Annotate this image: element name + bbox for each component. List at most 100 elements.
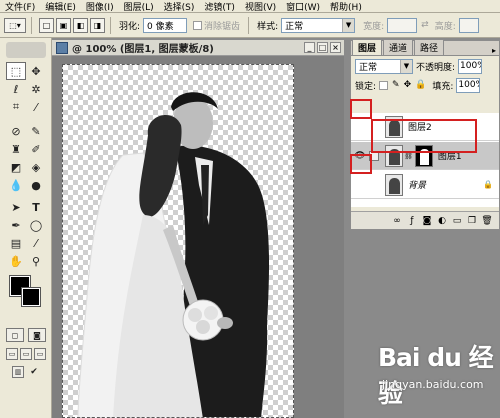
new-group-icon[interactable]: ▭ xyxy=(451,215,463,227)
tab-channels[interactable]: 通道 xyxy=(383,39,414,55)
menu-help[interactable]: 帮助(H) xyxy=(325,0,367,13)
add-mask-icon[interactable]: ◙ xyxy=(421,215,433,227)
opacity-label: 不透明度: xyxy=(416,62,456,73)
blend-mode-select[interactable]: 正常 ▼ xyxy=(355,58,413,74)
eyedropper-tool[interactable]: ⁄ xyxy=(26,234,46,252)
brush-icon[interactable]: ✎ xyxy=(392,80,400,90)
minimize-button[interactable]: _ xyxy=(304,42,315,53)
tab-layers[interactable]: 图层 xyxy=(352,39,383,55)
layer-name: 背景 xyxy=(408,181,427,191)
feather-input[interactable]: 0 像素 xyxy=(143,17,188,33)
tool-preset-picker[interactable]: ⬚▾ xyxy=(4,17,26,33)
dodge-tool[interactable]: ● xyxy=(26,176,46,194)
document-title-bar: @ 100% (图层1, 图层蒙板/8) _ □ × xyxy=(52,40,344,56)
add-selection-button[interactable]: ▣ xyxy=(56,17,71,33)
quick-mask-button[interactable]: ◙ xyxy=(28,328,46,342)
lasso-tool[interactable]: ℓ xyxy=(6,80,26,98)
trash-icon[interactable]: 🗑 xyxy=(481,215,493,227)
visibility-toggle[interactable] xyxy=(353,120,367,134)
style-select[interactable]: 正常 ▼ xyxy=(281,17,356,33)
pen-tool[interactable]: ✒ xyxy=(6,216,26,234)
divider xyxy=(110,16,111,34)
healing-tool[interactable]: ⊘ xyxy=(6,122,26,140)
maximize-button[interactable]: □ xyxy=(317,42,328,53)
divider xyxy=(248,16,250,34)
screen-mode-icon: ▭ xyxy=(8,350,16,358)
layers-panel: 图层 通道 路径 ▸ 正常 ▼ 不透明度: 100% 锁定: ✎ ✥ 🔒 填充: … xyxy=(350,39,500,230)
visibility-toggle[interactable] xyxy=(353,178,367,192)
canvas-area[interactable] xyxy=(52,56,344,418)
new-selection-button[interactable]: □ xyxy=(39,17,54,33)
type-tool[interactable]: T xyxy=(26,198,46,216)
highlight-box xyxy=(350,154,372,174)
menu-layer[interactable]: 图层(L) xyxy=(119,0,159,13)
fill-input[interactable]: 100% xyxy=(456,77,481,93)
brush-tool[interactable]: ✎ xyxy=(26,122,46,140)
subtract-selection-icon: ◧ xyxy=(76,20,85,30)
close-button[interactable]: × xyxy=(330,42,341,53)
lock-icon[interactable]: 🔒 xyxy=(415,80,426,90)
notes-tool[interactable]: ▤ xyxy=(6,234,26,252)
hand-tool[interactable]: ✋ xyxy=(6,252,26,270)
intersect-selection-button[interactable]: ◨ xyxy=(90,17,105,33)
feather-logo-icon xyxy=(6,42,46,58)
document-window: @ 100% (图层1, 图层蒙板/8) _ □ × xyxy=(52,40,344,418)
menu-image[interactable]: 图像(I) xyxy=(81,0,119,13)
menu-window[interactable]: 窗口(W) xyxy=(281,0,325,13)
link-toggle[interactable] xyxy=(367,178,381,192)
checkmark-icon: ✔ xyxy=(30,367,38,377)
wedding-photo-image xyxy=(77,92,270,417)
panel-menu-icon[interactable]: ▸ xyxy=(492,46,496,55)
antialias-checkbox[interactable] xyxy=(193,20,203,30)
move-tool[interactable]: ✥ xyxy=(26,62,46,80)
layer-style-icon[interactable]: ƒ xyxy=(406,215,418,227)
layer-row[interactable]: 背景 🔒 xyxy=(351,171,499,199)
standard-mode-button[interactable]: ◻ xyxy=(6,328,24,342)
hand-icon: ✋ xyxy=(9,254,23,268)
menu-edit[interactable]: 编辑(E) xyxy=(40,0,81,13)
screen-mode-3-button[interactable]: ▭ xyxy=(34,348,46,360)
shape-tool[interactable]: ◯ xyxy=(26,216,46,234)
magic-wand-tool[interactable]: ✲ xyxy=(26,80,46,98)
path-select-tool[interactable]: ➤ xyxy=(6,198,26,216)
eraser-icon: ◩ xyxy=(10,160,22,174)
height-input[interactable] xyxy=(458,17,479,33)
new-layer-icon[interactable]: ❐ xyxy=(466,215,478,227)
screen-mode-icon: ▭ xyxy=(22,350,30,358)
canvas[interactable] xyxy=(62,64,294,418)
background-color-swatch[interactable] xyxy=(21,287,41,307)
history-brush-icon: ✐ xyxy=(31,142,41,156)
bucket-icon: ◈ xyxy=(31,160,41,174)
menu-bar: 文件(F) 编辑(E) 图像(I) 图层(L) 选择(S) 滤镜(T) 视图(V… xyxy=(0,0,500,13)
highlight-box xyxy=(371,119,477,153)
paint-bucket-tool[interactable]: ◈ xyxy=(26,158,46,176)
tab-paths[interactable]: 路径 xyxy=(414,39,445,55)
move-icon[interactable]: ✥ xyxy=(404,80,412,90)
width-input[interactable] xyxy=(387,17,418,33)
width-label: 宽度: xyxy=(363,21,385,32)
screen-mode-1-button[interactable]: ▭ xyxy=(6,348,18,360)
lock-transparency-checkbox[interactable] xyxy=(379,80,389,90)
stamp-tool[interactable]: ♜ xyxy=(6,140,26,158)
jump-to-imageready-button[interactable]: ▥ xyxy=(12,366,24,378)
menu-view[interactable]: 视图(V) xyxy=(240,0,281,13)
subtract-selection-button[interactable]: ◧ xyxy=(73,17,88,33)
history-brush-tool[interactable]: ✐ xyxy=(26,140,46,158)
menu-filter[interactable]: 滤镜(T) xyxy=(199,0,240,13)
opacity-input[interactable]: 100% xyxy=(458,58,483,74)
blur-tool[interactable]: 💧 xyxy=(6,176,26,194)
menu-file[interactable]: 文件(F) xyxy=(0,0,40,13)
link-layers-icon[interactable]: ∞ xyxy=(391,215,403,227)
screen-mode-2-button[interactable]: ▭ xyxy=(20,348,32,360)
adjustment-layer-icon[interactable]: ◐ xyxy=(436,215,448,227)
zoom-tool[interactable]: ⚲ xyxy=(26,252,46,270)
eraser-tool[interactable]: ◩ xyxy=(6,158,26,176)
panel-tabs: 图层 通道 路径 ▸ xyxy=(351,39,499,56)
options-bar: ⬚▾ □ ▣ ◧ ◨ 羽化: 0 像素 消除锯齿 样式: 正常 ▼ 宽度: ⇄ 高… xyxy=(0,13,500,38)
slice-tool[interactable]: ⁄ xyxy=(26,98,46,116)
menu-select[interactable]: 选择(S) xyxy=(159,0,200,13)
marquee-tool[interactable]: ⬚ xyxy=(6,62,26,80)
ellipse-icon: ◯ xyxy=(29,218,43,232)
crop-tool[interactable]: ⌗ xyxy=(6,98,26,116)
marquee-icon: ⬚ xyxy=(10,64,22,78)
